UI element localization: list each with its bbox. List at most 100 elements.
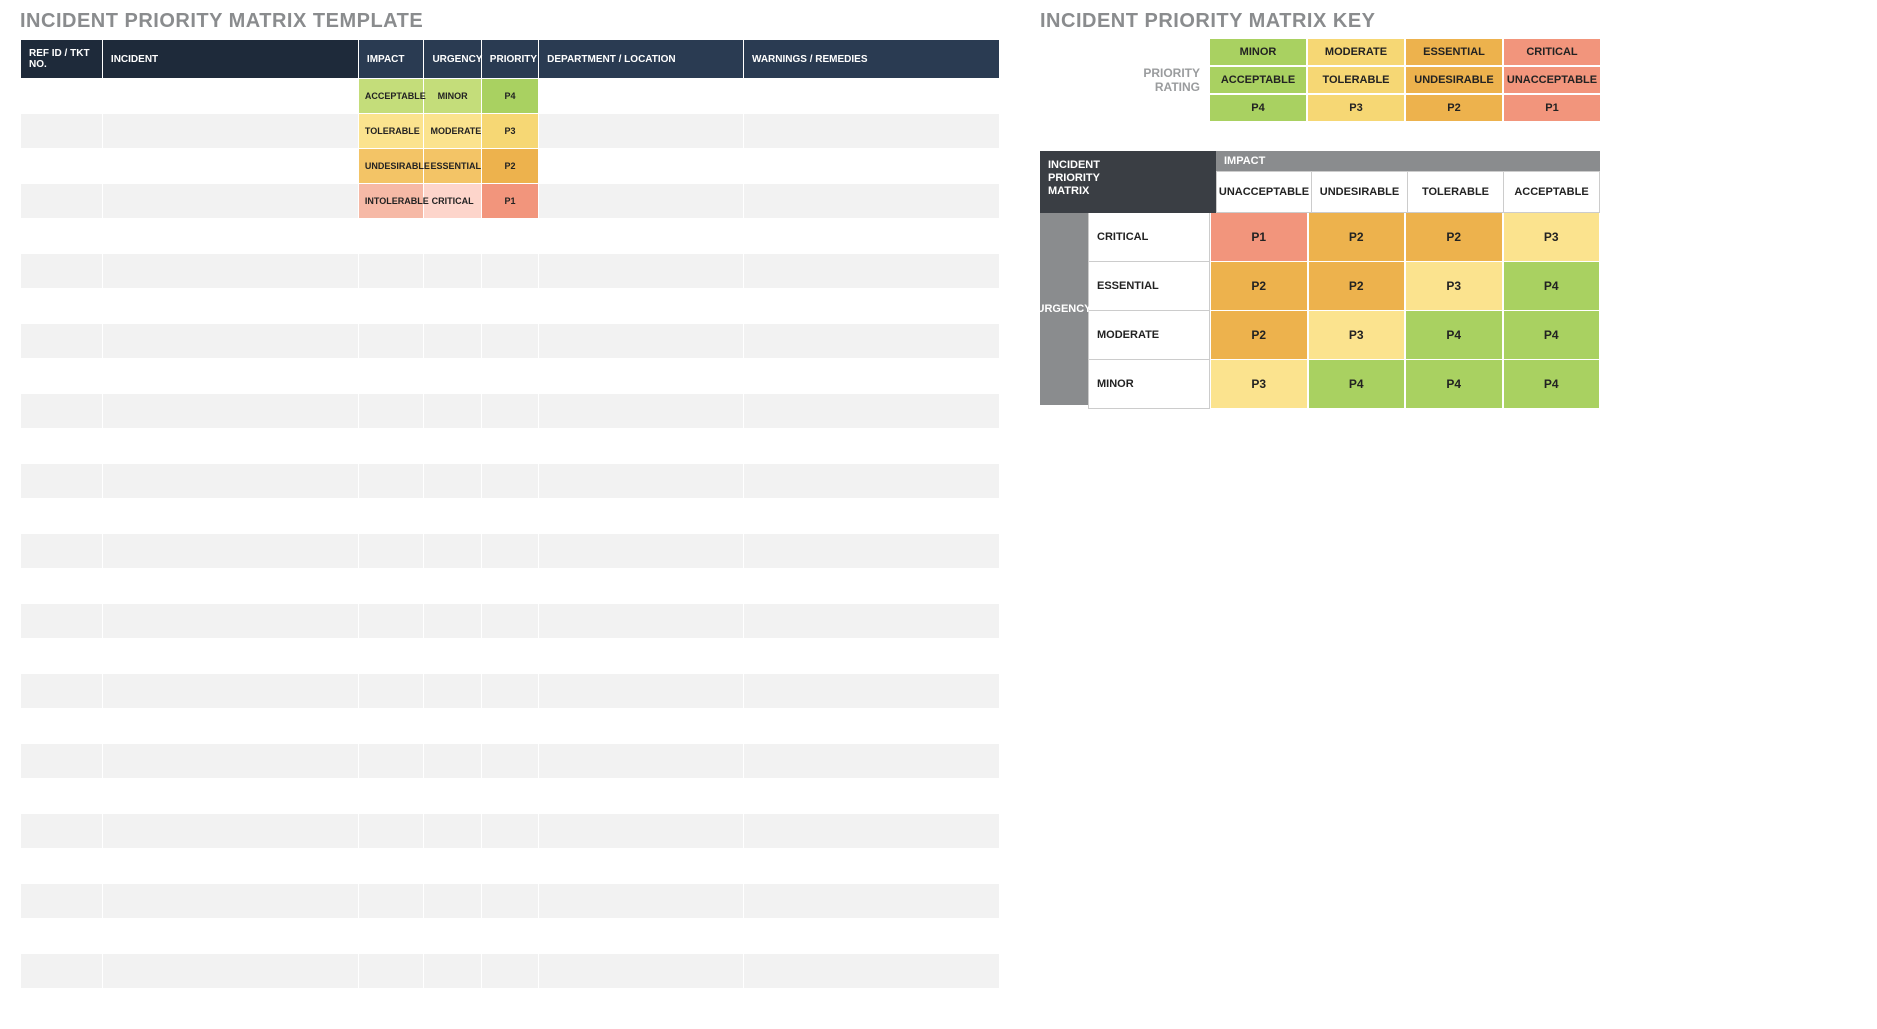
cell-warn[interactable] (743, 184, 999, 219)
cell-empty[interactable] (539, 429, 744, 464)
cell-empty[interactable] (743, 289, 999, 324)
cell-empty[interactable] (424, 219, 481, 254)
cell-empty[interactable] (358, 674, 424, 709)
cell-empty[interactable] (21, 849, 103, 884)
cell-empty[interactable] (21, 359, 103, 394)
cell-empty[interactable] (102, 569, 358, 604)
cell-empty[interactable] (424, 429, 481, 464)
cell-empty[interactable] (481, 464, 538, 499)
cell-empty[interactable] (539, 324, 744, 359)
cell-empty[interactable] (21, 884, 103, 919)
cell-empty[interactable] (102, 639, 358, 674)
cell-empty[interactable] (743, 919, 999, 954)
cell-empty[interactable] (424, 534, 481, 569)
cell-empty[interactable] (358, 464, 424, 499)
cell-empty[interactable] (358, 394, 424, 429)
cell-empty[interactable] (102, 849, 358, 884)
cell-priority[interactable]: P2 (481, 149, 538, 184)
cell-empty[interactable] (102, 429, 358, 464)
cell-empty[interactable] (358, 604, 424, 639)
cell-empty[interactable] (481, 674, 538, 709)
cell-empty[interactable] (358, 849, 424, 884)
cell-warn[interactable] (743, 149, 999, 184)
cell-empty[interactable] (21, 289, 103, 324)
cell-empty[interactable] (102, 954, 358, 989)
cell-empty[interactable] (21, 779, 103, 814)
cell-priority[interactable]: P1 (481, 184, 538, 219)
cell-empty[interactable] (21, 534, 103, 569)
cell-empty[interactable] (21, 639, 103, 674)
cell-empty[interactable] (743, 359, 999, 394)
cell-urgency[interactable]: ESSENTIAL (424, 149, 481, 184)
cell-ref[interactable] (21, 114, 103, 149)
cell-empty[interactable] (358, 884, 424, 919)
cell-dept[interactable] (539, 184, 744, 219)
cell-empty[interactable] (424, 779, 481, 814)
cell-empty[interactable] (539, 394, 744, 429)
cell-empty[interactable] (102, 884, 358, 919)
cell-empty[interactable] (539, 569, 744, 604)
cell-empty[interactable] (102, 359, 358, 394)
cell-impact[interactable]: UNDESIRABLE (358, 149, 424, 184)
cell-empty[interactable] (424, 359, 481, 394)
cell-empty[interactable] (481, 849, 538, 884)
cell-empty[interactable] (21, 499, 103, 534)
cell-empty[interactable] (358, 709, 424, 744)
cell-empty[interactable] (539, 779, 744, 814)
cell-ref[interactable] (21, 79, 103, 114)
cell-dept[interactable] (539, 114, 744, 149)
cell-empty[interactable] (21, 919, 103, 954)
cell-empty[interactable] (358, 779, 424, 814)
cell-priority[interactable]: P4 (481, 79, 538, 114)
cell-empty[interactable] (539, 219, 744, 254)
cell-empty[interactable] (481, 709, 538, 744)
cell-empty[interactable] (743, 954, 999, 989)
cell-empty[interactable] (424, 324, 481, 359)
cell-empty[interactable] (539, 919, 744, 954)
cell-empty[interactable] (358, 359, 424, 394)
cell-empty[interactable] (21, 324, 103, 359)
cell-empty[interactable] (21, 464, 103, 499)
cell-empty[interactable] (102, 499, 358, 534)
cell-urgency[interactable]: MODERATE (424, 114, 481, 149)
cell-empty[interactable] (102, 709, 358, 744)
cell-empty[interactable] (481, 814, 538, 849)
cell-empty[interactable] (102, 394, 358, 429)
cell-dept[interactable] (539, 149, 744, 184)
cell-empty[interactable] (424, 499, 481, 534)
cell-empty[interactable] (424, 954, 481, 989)
cell-empty[interactable] (481, 219, 538, 254)
cell-empty[interactable] (481, 569, 538, 604)
cell-empty[interactable] (539, 884, 744, 919)
cell-empty[interactable] (481, 289, 538, 324)
cell-empty[interactable] (481, 639, 538, 674)
cell-empty[interactable] (481, 779, 538, 814)
cell-empty[interactable] (481, 534, 538, 569)
cell-empty[interactable] (21, 709, 103, 744)
cell-ref[interactable] (21, 184, 103, 219)
cell-empty[interactable] (424, 394, 481, 429)
cell-empty[interactable] (743, 394, 999, 429)
cell-empty[interactable] (21, 604, 103, 639)
cell-empty[interactable] (358, 919, 424, 954)
cell-empty[interactable] (358, 569, 424, 604)
cell-empty[interactable] (539, 674, 744, 709)
cell-empty[interactable] (539, 709, 744, 744)
cell-incident[interactable] (102, 184, 358, 219)
cell-empty[interactable] (102, 744, 358, 779)
cell-urgency[interactable]: MINOR (424, 79, 481, 114)
cell-impact[interactable]: ACCEPTABLE (358, 79, 424, 114)
cell-empty[interactable] (539, 954, 744, 989)
cell-empty[interactable] (424, 604, 481, 639)
cell-empty[interactable] (102, 779, 358, 814)
cell-empty[interactable] (481, 394, 538, 429)
cell-empty[interactable] (102, 219, 358, 254)
cell-empty[interactable] (743, 429, 999, 464)
cell-empty[interactable] (743, 219, 999, 254)
cell-empty[interactable] (21, 429, 103, 464)
cell-empty[interactable] (102, 814, 358, 849)
cell-empty[interactable] (743, 639, 999, 674)
cell-empty[interactable] (743, 569, 999, 604)
cell-empty[interactable] (424, 254, 481, 289)
cell-empty[interactable] (743, 814, 999, 849)
